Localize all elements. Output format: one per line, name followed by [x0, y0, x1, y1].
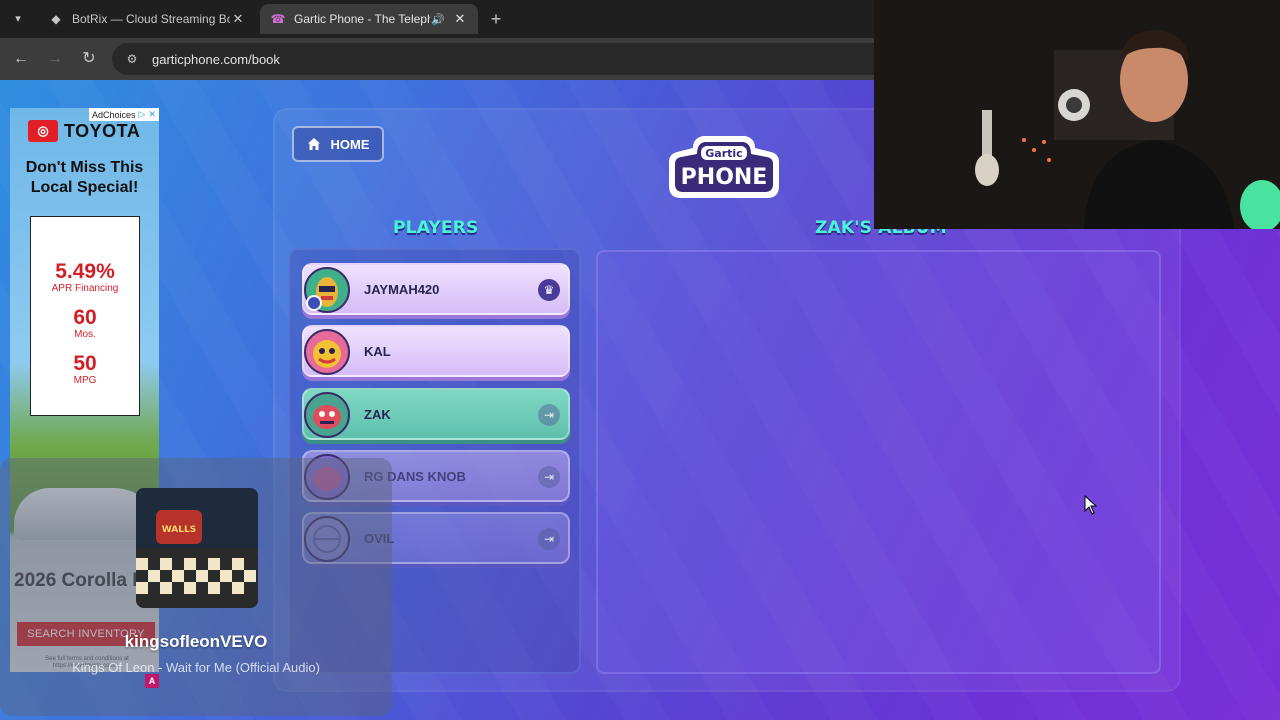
ad-brand: ◎ TOYOTA — [28, 120, 140, 142]
ad-months-label: Mos. — [74, 329, 96, 340]
url-text: garticphone.com/book — [152, 51, 280, 67]
player-card[interactable]: ZAK ⇥ — [302, 388, 570, 440]
tab-gartic-phone[interactable]: ☎ Gartic Phone - The Telephone Game 🔊 ✕ — [260, 4, 478, 34]
reload-icon[interactable]: ↻ — [78, 48, 100, 70]
tab-botrix[interactable]: ◆ BotRix — Cloud Streaming Bot ✕ — [38, 4, 256, 34]
address-bar[interactable]: ⚙ garticphone.com/book — [112, 43, 912, 75]
adchoices-label: AdChoices — [92, 109, 136, 120]
home-button[interactable]: HOME — [292, 126, 384, 162]
mouse-pointer-icon — [1084, 495, 1098, 515]
house-icon — [307, 138, 320, 150]
music-channel: kingsofleonVEVO — [124, 632, 268, 651]
adchoices-icon: ▷ — [138, 109, 146, 119]
ad-rate-label: APR Financing — [51, 283, 119, 294]
ad-brand-name: TOYOTA — [64, 120, 141, 141]
ad-headline: Don't Miss This Local Special! — [25, 159, 144, 196]
ad-offer-card: 5.49% APR Financing 60 Mos. 50 MPG — [30, 216, 140, 416]
svg-text:WALLS: WALLS — [162, 525, 196, 535]
home-label: HOME — [330, 136, 370, 152]
player-avatar — [304, 329, 350, 375]
close-tab-icon[interactable]: ✕ — [230, 11, 246, 27]
ad-close-icon[interactable]: ✕ — [148, 109, 156, 120]
gartic-phone-logo: Gartic PHONE — [669, 136, 779, 198]
player-card[interactable]: JAYMAH420 ♛ — [302, 263, 570, 315]
album-art-image: WALLS — [136, 488, 258, 608]
music-track-title: Kings Of Leon - Wait for Me (Official Au… — [72, 660, 320, 675]
close-tab-icon[interactable]: ✕ — [452, 11, 468, 27]
crown-icon: ♛ — [538, 279, 560, 301]
exit-icon[interactable]: ⇥ — [538, 404, 560, 426]
new-tab-icon[interactable]: + — [486, 9, 506, 29]
audio-playing-icon[interactable]: 🔊 — [430, 13, 446, 26]
botrix-favicon-icon: ◆ — [51, 12, 61, 26]
album-display-area — [596, 250, 1161, 674]
player-avatar — [304, 392, 350, 438]
tab-title: BotRix — Cloud Streaming Bot — [72, 12, 230, 26]
ad-mpg: 50 — [73, 352, 97, 375]
forward-arrow-icon[interactable]: → — [44, 48, 66, 70]
site-info-icon[interactable]: ⚙ — [124, 52, 140, 66]
music-tag: A — [145, 674, 159, 688]
ad-mpg-label: MPG — [73, 375, 97, 386]
player-card[interactable]: KAL — [302, 325, 570, 377]
toyota-logo-icon: ◎ — [28, 120, 58, 142]
host-badge-icon — [306, 295, 322, 311]
webcam-overlay — [874, 0, 1280, 229]
player-name: JAYMAH420 — [364, 281, 440, 297]
player-name: ZAK — [364, 406, 391, 422]
svg-text:PHONE: PHONE — [681, 165, 768, 190]
tab-search-dropdown-icon[interactable]: ▾ — [8, 9, 28, 29]
svg-text:Gartic: Gartic — [705, 147, 742, 160]
ad-rate: 5.49% — [55, 260, 115, 283]
ad-months: 60 — [73, 306, 97, 329]
exit-icon[interactable]: ⇥ — [538, 466, 560, 488]
tab-title: Gartic Phone - The Telephone Game — [294, 12, 430, 26]
player-name: KAL — [364, 343, 391, 359]
players-title: PLAYERS — [393, 218, 479, 238]
exit-icon[interactable]: ⇥ — [538, 528, 560, 550]
gartic-favicon-icon: ☎ — [270, 12, 286, 26]
back-arrow-icon[interactable]: ← — [10, 48, 32, 70]
